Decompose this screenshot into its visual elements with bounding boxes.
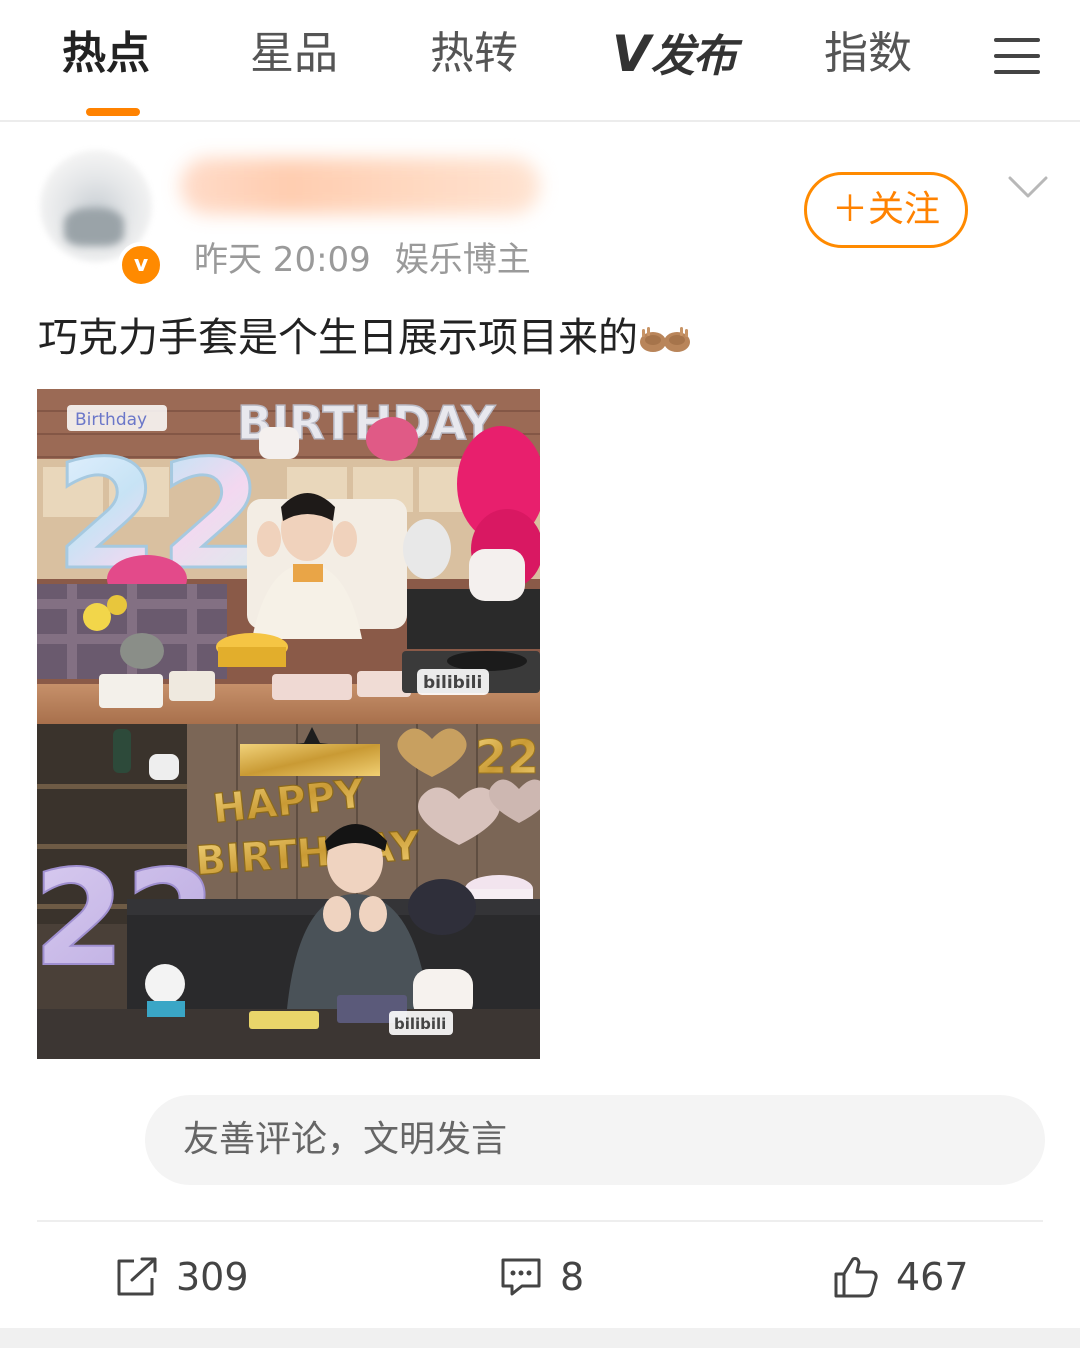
repost-count: 309	[176, 1255, 249, 1299]
share-icon	[117, 1257, 157, 1295]
follow-button[interactable]: ＋关注	[804, 172, 968, 248]
v-logo-icon: V	[612, 25, 651, 83]
repost-button[interactable]: 309	[114, 1252, 249, 1302]
post-text-content: 巧克力手套是个生日展示项目来的	[38, 315, 638, 361]
comment-count: 8	[560, 1255, 585, 1299]
top-tab-bar: 热点 星品 热转 V发布 指数	[0, 0, 1080, 122]
divider	[37, 1220, 1043, 1222]
post-meta: 昨天 20:09 娱乐博主	[194, 232, 531, 281]
comment-icon	[501, 1258, 541, 1295]
birthday-banner-small: Birthday	[75, 410, 147, 430]
like-button[interactable]: 467	[832, 1252, 969, 1302]
tab-v-publish-label: 发布	[650, 31, 737, 82]
username-redacted[interactable]	[180, 158, 540, 214]
birthday-photo-collage: Birthday BIRTHDAY 22 bilibili 22 HAPPY B…	[37, 389, 540, 1059]
bilibili-watermark-top: bilibili	[423, 673, 482, 693]
tab-hot-reposts[interactable]: 热转	[430, 22, 518, 86]
post-text: 巧克力手套是个生日展示项目来的	[38, 310, 692, 366]
tab-star-products[interactable]: 星品	[250, 22, 338, 86]
comment-input[interactable]: 友善评论，文明发言	[145, 1095, 1045, 1185]
post-source: 娱乐博主	[394, 240, 531, 280]
post-time: 昨天 20:09	[194, 240, 371, 280]
bilibili-watermark-bottom: bilibili	[394, 1015, 446, 1033]
menu-icon[interactable]	[994, 36, 1040, 76]
comment-button[interactable]: 8	[498, 1252, 584, 1302]
active-tab-indicator	[86, 108, 140, 116]
number-22-gold-balloon: 22	[475, 730, 539, 784]
tab-v-publish[interactable]: V发布	[612, 22, 737, 86]
thumbs-up-icon	[834, 1256, 878, 1297]
like-count: 467	[896, 1255, 969, 1299]
palms-up-emoji-icon	[640, 327, 690, 352]
verified-badge-icon: v	[118, 242, 164, 288]
tab-hot[interactable]: 热点	[62, 22, 150, 86]
chevron-down-icon[interactable]	[1008, 172, 1048, 202]
post-photo[interactable]: Birthday BIRTHDAY 22 bilibili 22 HAPPY B…	[37, 389, 540, 1059]
bottom-separator	[0, 1328, 1080, 1348]
tab-index[interactable]: 指数	[824, 22, 912, 86]
